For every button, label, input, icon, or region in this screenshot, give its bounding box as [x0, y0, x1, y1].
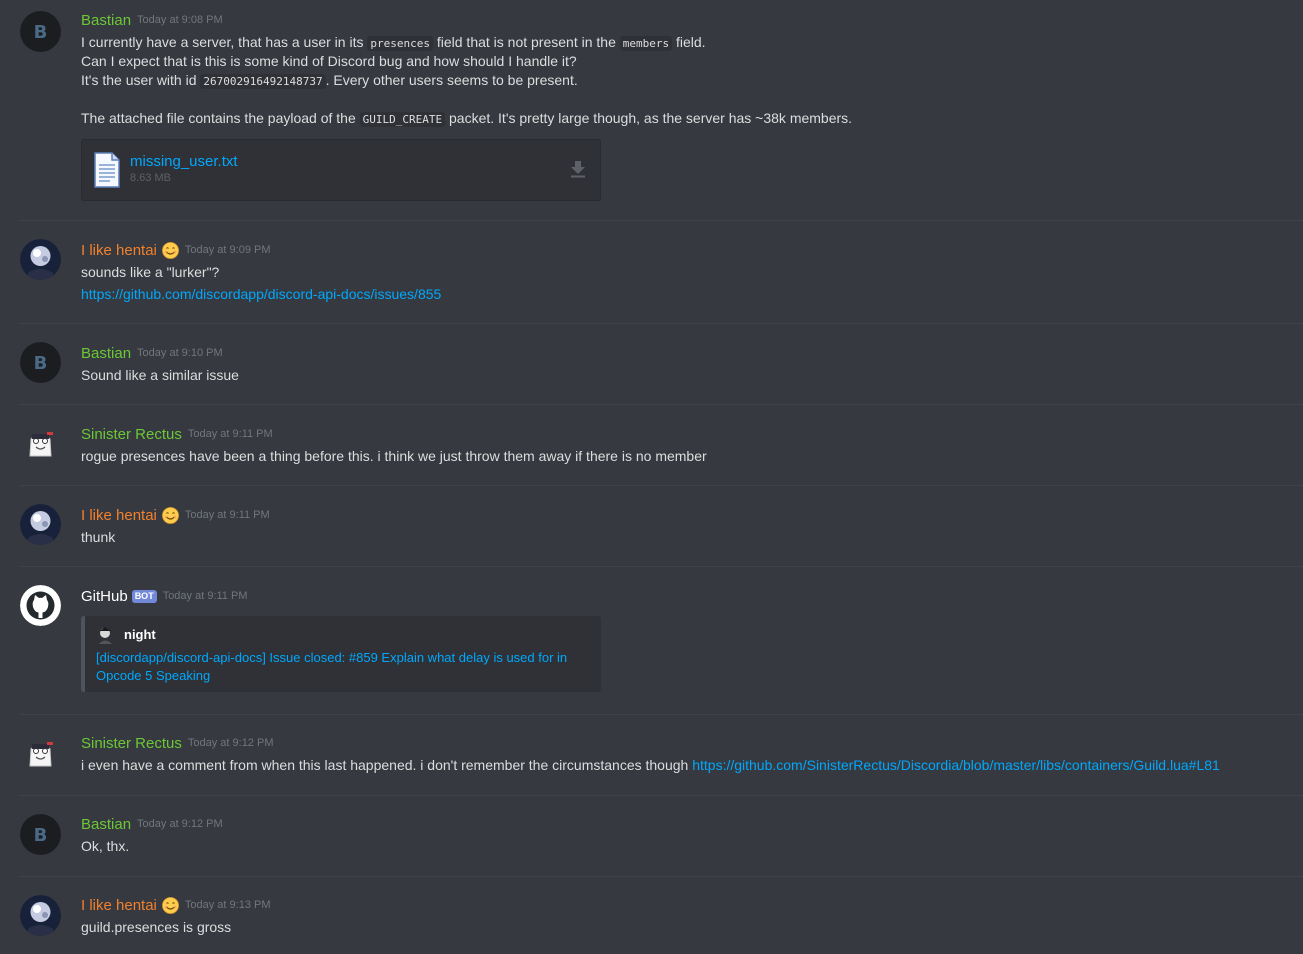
github-avatar[interactable] [20, 585, 61, 626]
username[interactable]: I like hentai [81, 242, 157, 259]
message-group: GitHub BOT Today at 9:11 PM night [disco… [0, 567, 1303, 715]
username[interactable]: I like hentai [81, 507, 157, 524]
message-text: It's the user with id 267002916492148737… [81, 72, 578, 89]
svg-text:B: B [34, 825, 48, 846]
inline-code: presences [367, 36, 433, 51]
timestamp: Today at 9:13 PM [184, 899, 271, 911]
message-text: i even have a comment from when this las… [81, 757, 1220, 773]
username[interactable]: Bastian [81, 12, 131, 29]
github-source-link[interactable]: https://github.com/SinisterRectus/Discor… [692, 757, 1220, 773]
timestamp: Today at 9:12 PM [137, 818, 223, 830]
message-group: B Bastian Today at 9:12 PM Ok, thx. [0, 796, 1303, 877]
user-avatar[interactable]: B [20, 11, 61, 52]
inline-code: GUILD_CREATE [359, 112, 446, 127]
timestamp: Today at 9:11 PM [187, 428, 273, 440]
user-avatar[interactable]: B [20, 342, 61, 383]
username[interactable]: GitHub [81, 588, 128, 605]
message-text: Ok, thx. [81, 838, 130, 854]
bot-badge: BOT [131, 589, 157, 603]
smiling-face-emoji [161, 896, 179, 914]
username[interactable]: Bastian [81, 345, 131, 362]
user-avatar[interactable] [20, 733, 61, 774]
user-avatar[interactable]: B [20, 814, 61, 855]
timestamp: Today at 9:11 PM [162, 590, 248, 602]
message-text: https://github.com/discordapp/discord-ap… [81, 285, 441, 304]
inline-code: members [619, 36, 673, 51]
message-group: I like hentai Today at 9:13 PM guild.pre… [0, 877, 1303, 954]
attachment-size: 8.63 MB [130, 172, 171, 184]
message-group: Sinister Rectus Today at 9:11 PM rogue p… [0, 405, 1303, 486]
timestamp: Today at 9:08 PM [137, 14, 223, 26]
file-attachment: missing_user.txt 8.63 MB [81, 139, 601, 201]
username[interactable]: Bastian [81, 816, 131, 833]
svg-text:B: B [34, 353, 48, 374]
username[interactable]: I like hentai [81, 897, 157, 914]
message-text: Can I expect that is this is some kind o… [81, 53, 577, 69]
username[interactable]: Sinister Rectus [81, 735, 182, 752]
message-text: guild.presences is gross [81, 919, 232, 935]
smiling-face-emoji [161, 506, 179, 524]
timestamp: Today at 9:09 PM [184, 244, 271, 256]
user-avatar[interactable] [20, 239, 61, 280]
text-file-icon [94, 152, 120, 193]
github-issue-link[interactable]: https://github.com/discordapp/discord-ap… [81, 286, 441, 302]
message-group: I like hentai Today at 9:09 PM sounds li… [0, 221, 1303, 324]
user-avatar[interactable] [20, 423, 61, 464]
timestamp: Today at 9:12 PM [187, 737, 274, 749]
message-group: Sinister Rectus Today at 9:12 PM i even … [0, 715, 1303, 796]
user-avatar[interactable] [20, 504, 61, 545]
embed-author[interactable]: night [124, 627, 156, 642]
username[interactable]: Sinister Rectus [81, 426, 182, 443]
user-avatar[interactable] [20, 895, 61, 936]
svg-text:B: B [34, 22, 48, 43]
author-avatar-icon [96, 625, 116, 650]
smiling-face-emoji [161, 241, 179, 259]
chat-messages: B Bastian Today at 9:08 PM I currently h… [0, 0, 1303, 954]
message-text: sounds like a "lurker"? [81, 264, 220, 280]
attachment-filename-link[interactable]: missing_user.txt [130, 153, 238, 170]
message-text: rogue presences have been a thing before… [81, 448, 707, 464]
message-group: B Bastian Today at 9:10 PM Sound like a … [0, 324, 1303, 405]
message-text: I currently have a server, that has a us… [81, 34, 706, 51]
github-embed: night [discordapp/discord-api-docs] Issu… [81, 616, 601, 692]
message-text: The attached file contains the payload o… [81, 110, 853, 127]
timestamp: Today at 9:11 PM [184, 509, 270, 521]
embed-title-link[interactable]: [discordapp/discord-api-docs] Issue clos… [96, 649, 596, 685]
download-icon[interactable] [570, 160, 586, 183]
message-group: I like hentai Today at 9:11 PM thunk [0, 486, 1303, 567]
message-group: B Bastian Today at 9:08 PM I currently h… [0, 0, 1303, 221]
message-text: thunk [81, 529, 116, 545]
message-text: Sound like a similar issue [81, 367, 239, 383]
timestamp: Today at 9:10 PM [137, 347, 223, 359]
inline-code: 267002916492148737 [200, 74, 326, 89]
